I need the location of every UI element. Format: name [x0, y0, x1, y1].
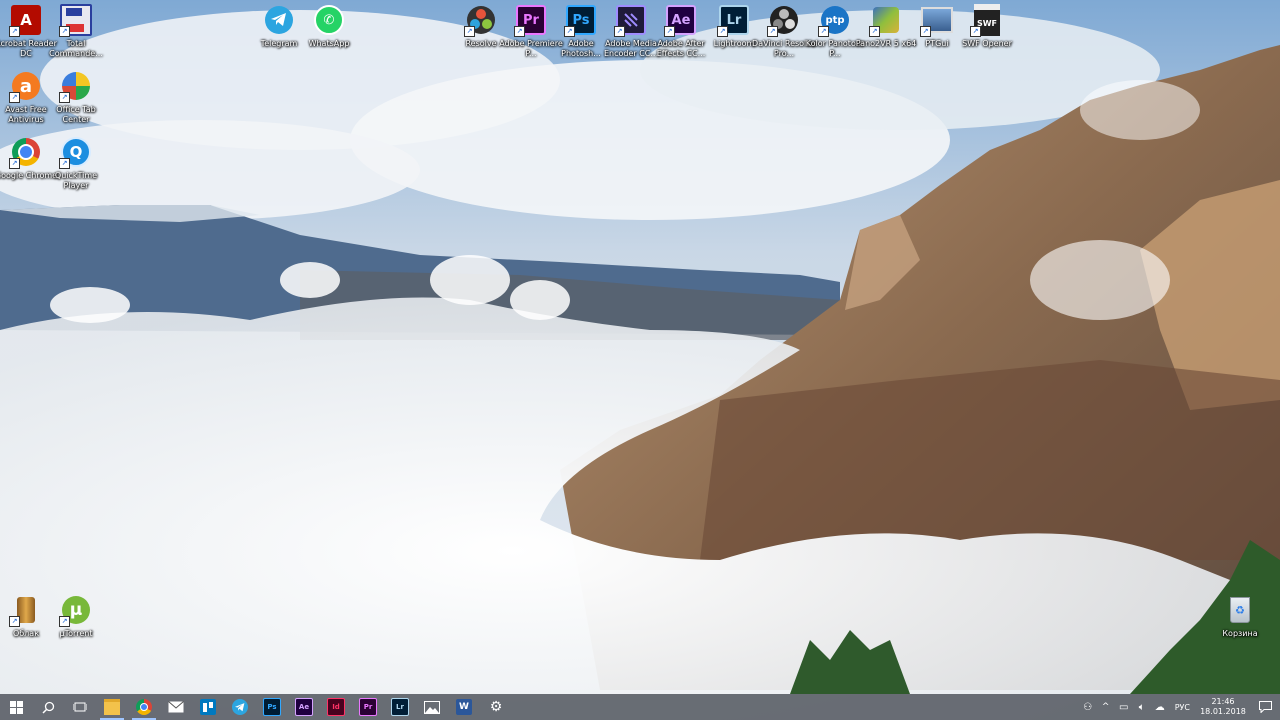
taskbar-chrome[interactable] [128, 694, 160, 720]
swf-opener-icon: SWF ↗ [970, 4, 1003, 37]
photoshop-icon: Ps ↗ [564, 4, 597, 37]
start-icon [9, 700, 23, 714]
taskbar-file-explorer[interactable] [96, 694, 128, 720]
recycle-bin-icon: ♻ [1224, 594, 1256, 626]
taskbar-settings[interactable]: ⚙ [480, 694, 512, 720]
lightroom-icon: Lr ↗ [717, 4, 750, 37]
office-tab-icon: ↗ [59, 70, 92, 103]
word-icon: W [456, 699, 472, 715]
avast-icon: a ↗ [9, 70, 42, 103]
clock-date: 18.01.2018 [1200, 707, 1246, 716]
desktop-icon-total-commander[interactable]: ↗ Total Commande... [46, 4, 106, 59]
taskbar: Ps Ae Id Pr Lr W ⚙ ⚇ ^ ▭ 🔈︎ ☁︎ РУС 21:46… [0, 694, 1280, 720]
desktop-icon-label: WhatsApp [308, 39, 350, 48]
after-effects-icon: Ae [295, 698, 313, 716]
panotour-icon: ptp ↗ [818, 4, 851, 37]
taskbar-indesign[interactable]: Id [320, 694, 352, 720]
taskbar-premiere[interactable]: Pr [352, 694, 384, 720]
desktop-icon-utorrent[interactable]: µ ↗ µTorrent [46, 594, 106, 639]
desktop-icon-whatsapp[interactable]: ✆ WhatsApp [299, 4, 359, 49]
premiere-icon: Pr [359, 698, 377, 716]
desktop-icon-label: SWF Opener [962, 39, 1012, 48]
people-icon[interactable]: ⚇ [1081, 700, 1095, 714]
desktop-icon-swf-opener[interactable]: SWF ↗ SWF Opener [957, 4, 1017, 49]
desktop-icon-recycle-bin[interactable]: ♻ Корзина [1210, 594, 1270, 639]
search-button[interactable] [32, 694, 64, 720]
show-hidden-icons-button[interactable]: ^ [1099, 700, 1113, 714]
system-tray: ⚇ ^ ▭ 🔈︎ ☁︎ РУС 21:46 18.01.2018 [1079, 694, 1280, 720]
network-icon[interactable]: ▭ [1117, 700, 1131, 714]
media-encoder-icon: ↗ [614, 4, 647, 37]
desktop-icon-quicktime[interactable]: Q ↗ QuickTime Player [46, 136, 106, 191]
trello-icon [200, 699, 216, 715]
total-commander-icon: ↗ [59, 4, 92, 37]
desktop-icon-label: Корзина [1222, 629, 1258, 638]
resolve-icon: ↗ [464, 4, 497, 37]
desktop-icon-after-effects[interactable]: Ae ↗ Adobe After Effects CC... [651, 4, 711, 59]
taskbar-trello[interactable] [192, 694, 224, 720]
chrome-icon: ↗ [9, 136, 42, 169]
settings-icon: ⚙ [489, 699, 503, 715]
taskbar-after-effects[interactable]: Ae [288, 694, 320, 720]
task-view-icon [73, 702, 87, 712]
photoshop-icon: Ps [263, 698, 281, 716]
desktop-icon-label: µTorrent [59, 629, 93, 638]
photos-icon [424, 700, 440, 714]
search-icon [41, 701, 54, 714]
ptgui-icon: ↗ [920, 4, 953, 37]
clock[interactable]: 21:46 18.01.2018 [1196, 697, 1250, 717]
taskbar-word[interactable]: W [448, 694, 480, 720]
input-language[interactable]: РУС [1175, 703, 1190, 712]
pano2vr-icon: ↗ [869, 4, 902, 37]
after-effects-icon: Ae ↗ [664, 4, 697, 37]
taskbar-lightroom[interactable]: Lr [384, 694, 416, 720]
chrome-icon [136, 699, 152, 715]
taskbar-photos[interactable] [416, 694, 448, 720]
quicktime-icon: Q ↗ [59, 136, 92, 169]
desktop-icon-label: Total Commande... [49, 39, 103, 58]
onedrive-icon[interactable]: ☁︎ [1153, 700, 1167, 714]
volume-icon[interactable]: 🔈︎ [1135, 700, 1149, 714]
desktop-icon-label: QuickTime Player [54, 171, 98, 190]
acrobat-icon: A ↗ [9, 4, 42, 37]
premiere-icon: Pr ↗ [514, 4, 547, 37]
clock-time: 21:46 [1211, 697, 1235, 706]
desktop-icon-office-tab[interactable]: ↗ Office Tab Center [46, 70, 106, 125]
taskbar-telegram[interactable] [224, 694, 256, 720]
task-view-button[interactable] [64, 694, 96, 720]
lightroom-icon: Lr [391, 698, 409, 716]
davinci-icon: ↗ [767, 4, 800, 37]
file-explorer-icon [104, 699, 120, 715]
mail-icon [168, 701, 184, 713]
taskbar-mail[interactable] [160, 694, 192, 720]
action-center-icon[interactable] [1258, 700, 1272, 714]
start-button[interactable] [0, 694, 32, 720]
oblak-icon: ↗ [9, 594, 42, 627]
utorrent-icon: µ ↗ [59, 594, 92, 627]
desktop-wallpaper [0, 0, 1280, 720]
telegram-icon [263, 4, 295, 36]
indesign-icon: Id [327, 698, 345, 716]
taskbar-photoshop[interactable]: Ps [256, 694, 288, 720]
desktop-icon-label: Office Tab Center [56, 105, 96, 124]
telegram-icon [232, 699, 248, 715]
whatsapp-icon: ✆ [313, 4, 345, 36]
